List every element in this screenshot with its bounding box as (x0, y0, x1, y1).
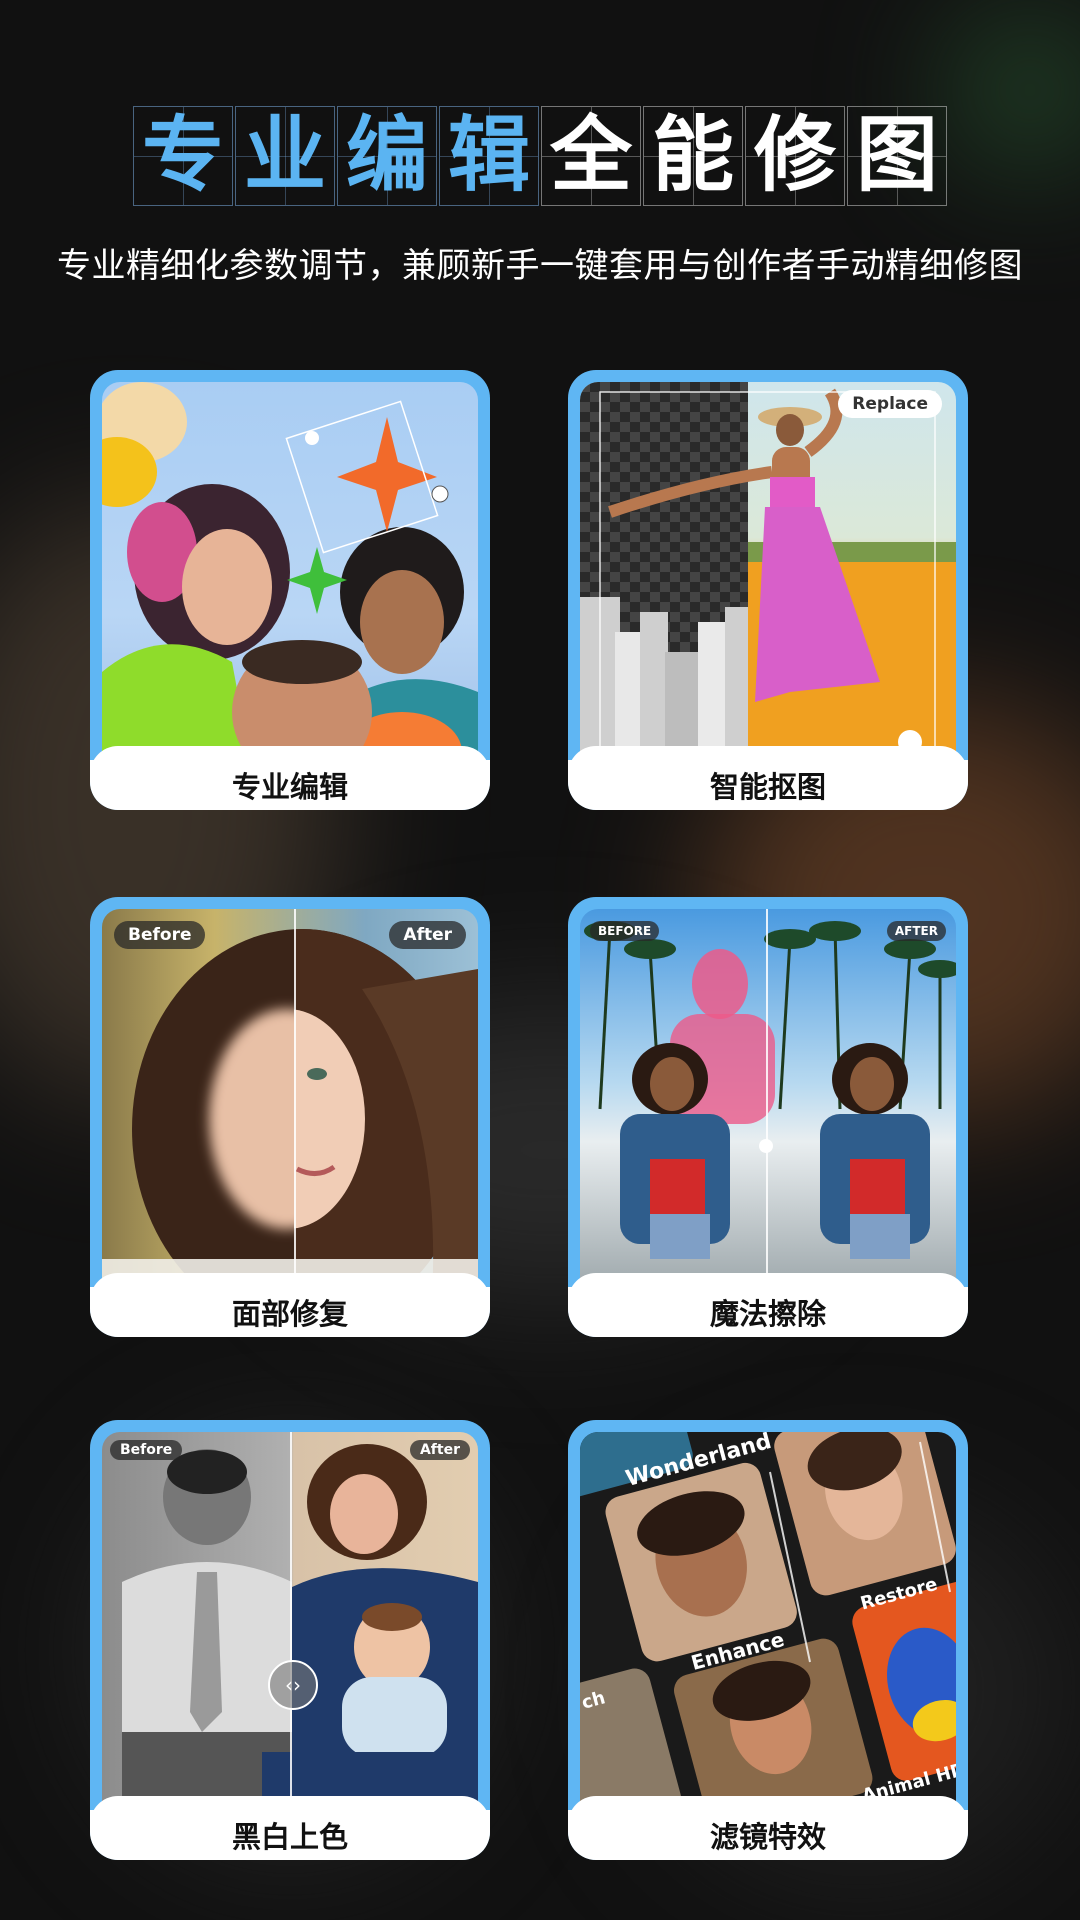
face-restore-photo: Before After (102, 909, 478, 1297)
feature-card-magic-eraser[interactable]: BEFORE AFTER 魔法擦除 (568, 897, 968, 1337)
before-chip: Before (110, 1440, 183, 1460)
pro-edit-illustration (102, 382, 478, 770)
feature-card-smart-cutout[interactable]: Replace 智能抠图 (568, 370, 968, 810)
feature-card-filters[interactable]: Wonderland Restore Enhance ch Animal HD … (568, 1420, 968, 1860)
feature-card-face-restore[interactable]: Before After 面部修复 (90, 897, 490, 1337)
before-chip: Before (114, 921, 206, 949)
after-chip: After (389, 921, 466, 949)
drag-arrows-icon: ‹› (285, 1673, 301, 1697)
pro-edit-photo (102, 382, 478, 770)
face-restore-illustration (102, 929, 478, 1297)
title-char: 专 (133, 106, 233, 206)
feature-card-pro-edit[interactable]: 专业编辑 (90, 370, 490, 810)
title-char: 业 (235, 106, 335, 206)
compare-divider[interactable] (294, 909, 296, 1297)
filters-collage: Wonderland Restore Enhance ch Animal HD (580, 1432, 956, 1820)
compare-divider[interactable] (290, 1432, 292, 1820)
card-label: 魔法擦除 (568, 1273, 968, 1337)
page-title: 专 业 编 辑 全 能 修 图 (0, 106, 1080, 206)
compare-divider[interactable] (766, 909, 768, 1297)
card-label: 智能抠图 (568, 746, 968, 810)
after-chip: After (409, 1440, 470, 1460)
replace-chip[interactable]: Replace (838, 390, 942, 418)
magic-eraser-illustration (584, 921, 956, 1259)
title-char: 全 (541, 106, 641, 206)
page-subtitle: 专业精细化参数调节，兼顾新手一键套用与创作者手动精细修图 (57, 246, 1023, 286)
magic-eraser-photo: BEFORE AFTER (580, 909, 956, 1297)
compare-handle[interactable] (759, 1139, 773, 1153)
colorize-photo: ‹› Before After (102, 1432, 478, 1820)
title-char: 图 (847, 106, 947, 206)
smart-cutout-illustration (580, 382, 956, 770)
smart-cutout-photo: Replace (580, 382, 956, 770)
card-label: 黑白上色 (90, 1796, 490, 1860)
before-chip: BEFORE (590, 921, 660, 941)
card-label: 面部修复 (90, 1273, 490, 1337)
card-label: 滤镜特效 (568, 1796, 968, 1860)
title-char: 辑 (439, 106, 539, 206)
compare-handle[interactable]: ‹› (268, 1660, 318, 1710)
card-label: 专业编辑 (90, 746, 490, 810)
title-char: 能 (643, 106, 743, 206)
title-char: 修 (745, 106, 845, 206)
title-char: 编 (337, 106, 437, 206)
filters-photo: Wonderland Restore Enhance ch Animal HD (580, 1432, 956, 1820)
feature-card-colorize[interactable]: ‹› Before After 黑白上色 (90, 1420, 490, 1860)
after-chip: AFTER (886, 921, 946, 941)
